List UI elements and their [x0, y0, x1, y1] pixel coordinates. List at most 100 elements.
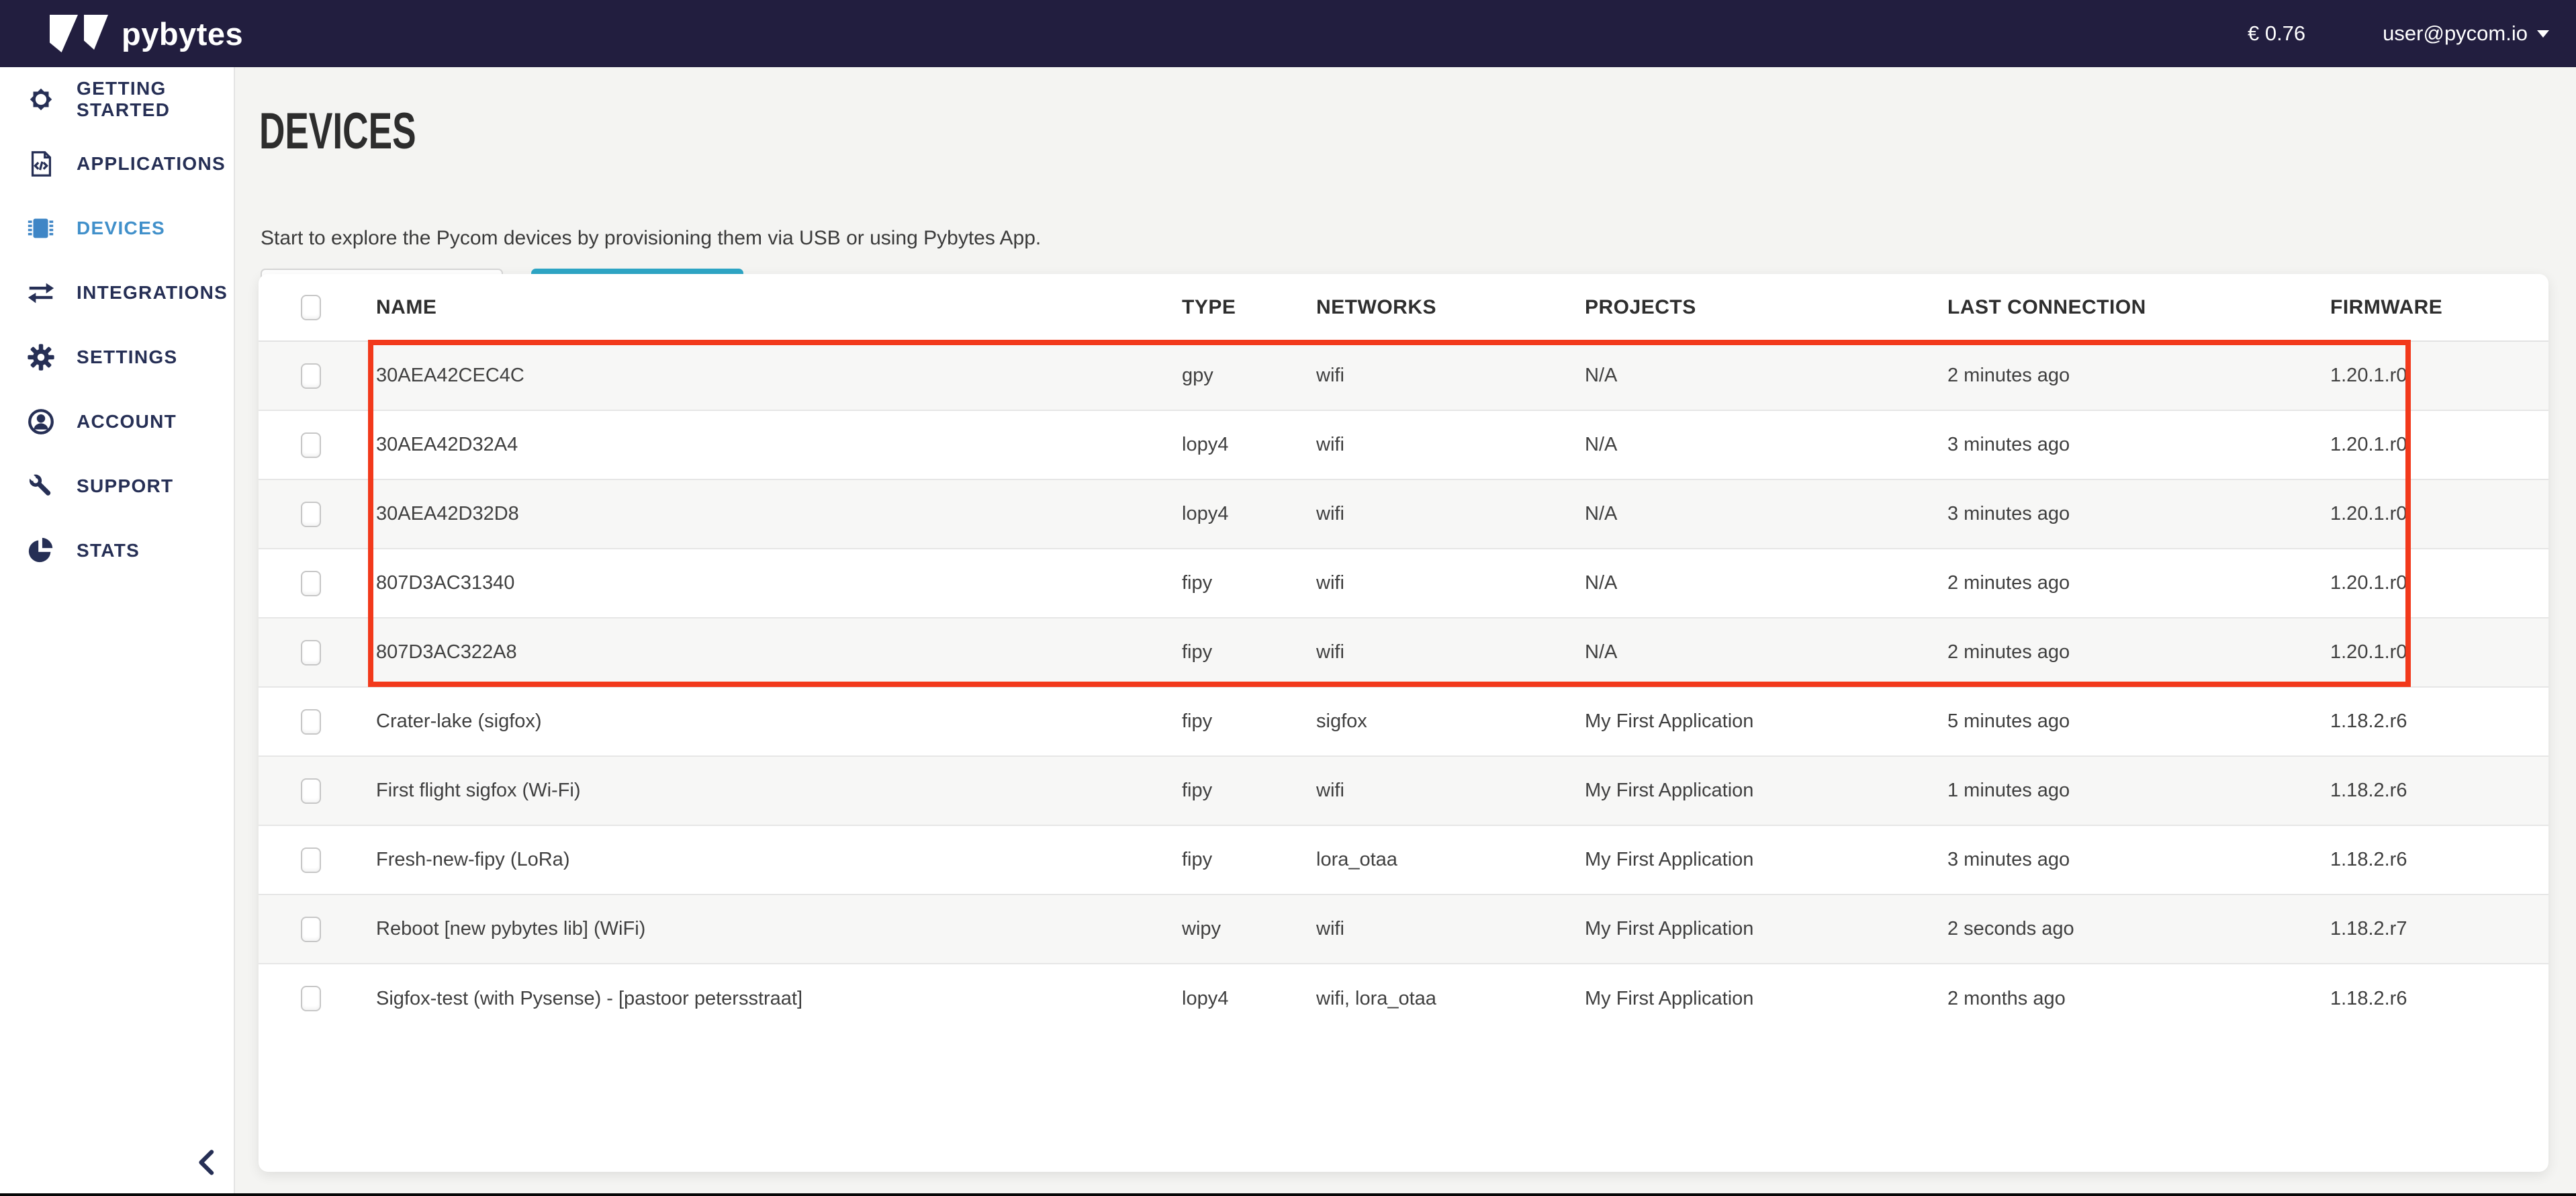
- table-row[interactable]: Crater-lake (sigfox) fipy sigfox My Firs…: [259, 687, 2548, 756]
- row-checkbox[interactable]: [301, 847, 321, 873]
- table-row[interactable]: Reboot [new pybytes lib] (WiFi) wipy wif…: [259, 894, 2548, 964]
- device-last-connection: 2 minutes ago: [1927, 618, 2310, 687]
- table-row[interactable]: 30AEA42D32A4 lopy4 wifi N/A 3 minutes ag…: [259, 410, 2548, 479]
- sidebar-item-account[interactable]: ACCOUNT: [0, 389, 234, 454]
- sidebar-collapse-button[interactable]: [192, 1148, 222, 1177]
- chevron-left-icon: [195, 1149, 218, 1176]
- table-row[interactable]: Sigfox-test (with Pysense) - [pastoor pe…: [259, 964, 2548, 1033]
- badge-icon: [26, 84, 56, 115]
- gear-icon: [26, 342, 56, 373]
- device-firmware: 1.18.2.r6: [2310, 687, 2548, 756]
- device-name: Reboot [new pybytes lib] (WiFi): [363, 894, 1162, 964]
- device-type: fipy: [1162, 549, 1296, 618]
- pybytes-logo[interactable]: pybytes: [50, 15, 243, 52]
- device-projects: My First Application: [1565, 964, 1927, 1033]
- device-last-connection: 3 minutes ago: [1927, 825, 2310, 894]
- code-file-icon: [26, 148, 56, 179]
- device-type: lopy4: [1162, 964, 1296, 1033]
- row-checkbox[interactable]: [301, 709, 321, 735]
- sidebar-item-applications[interactable]: APPLICATIONS: [0, 132, 234, 196]
- device-last-connection: 2 months ago: [1927, 964, 2310, 1033]
- row-checkbox[interactable]: [301, 778, 321, 804]
- table-header-row: NAME TYPE NETWORKS PROJECTS LAST CONNECT…: [259, 274, 2548, 341]
- device-networks: wifi: [1296, 341, 1565, 410]
- device-projects: N/A: [1565, 618, 1927, 687]
- page-title: DEVICES: [259, 102, 416, 160]
- device-firmware: 1.20.1.r0: [2310, 410, 2548, 479]
- device-projects: N/A: [1565, 410, 1927, 479]
- sidebar-item-settings[interactable]: SETTINGS: [0, 325, 234, 389]
- column-header-last-connection: LAST CONNECTION: [1927, 274, 2310, 341]
- row-checkbox[interactable]: [301, 502, 321, 527]
- device-last-connection: 5 minutes ago: [1927, 687, 2310, 756]
- device-type: fipy: [1162, 687, 1296, 756]
- table-row[interactable]: 30AEA42D32D8 lopy4 wifi N/A 3 minutes ag…: [259, 479, 2548, 549]
- table-row[interactable]: 807D3AC31340 fipy wifi N/A 2 minutes ago…: [259, 549, 2548, 618]
- device-type: gpy: [1162, 341, 1296, 410]
- row-checkbox[interactable]: [301, 363, 321, 389]
- sidebar-item-integrations[interactable]: INTEGRATIONS: [0, 261, 234, 325]
- device-type: lopy4: [1162, 410, 1296, 479]
- select-all-checkbox[interactable]: [301, 295, 321, 320]
- device-networks: sigfox: [1296, 687, 1565, 756]
- device-name: Sigfox-test (with Pysense) - [pastoor pe…: [363, 964, 1162, 1033]
- device-networks: wifi: [1296, 549, 1565, 618]
- device-last-connection: 2 minutes ago: [1927, 549, 2310, 618]
- sidebar-item-stats[interactable]: STATS: [0, 518, 234, 583]
- sidebar-item-label: ACCOUNT: [77, 411, 177, 432]
- device-last-connection: 2 minutes ago: [1927, 341, 2310, 410]
- user-menu[interactable]: user@pycom.io: [2383, 21, 2549, 46]
- sidebar-item-label: INTEGRATIONS: [77, 282, 228, 304]
- devices-table-card: NAME TYPE NETWORKS PROJECTS LAST CONNECT…: [259, 274, 2548, 1172]
- device-firmware: 1.20.1.r0: [2310, 479, 2548, 549]
- device-firmware: 1.18.2.r7: [2310, 894, 2548, 964]
- topbar: pybytes € 0.76 user@pycom.io: [0, 0, 2576, 67]
- device-name: 30AEA42D32D8: [363, 479, 1162, 549]
- user-icon: [26, 406, 56, 437]
- device-networks: wifi: [1296, 756, 1565, 825]
- main-content: DEVICES Start to explore the Pycom devic…: [236, 67, 2576, 1196]
- device-projects: My First Application: [1565, 756, 1927, 825]
- row-checkbox[interactable]: [301, 571, 321, 596]
- column-header-firmware: FIRMWARE: [2310, 274, 2548, 341]
- device-projects: My First Application: [1565, 894, 1927, 964]
- device-projects: My First Application: [1565, 687, 1927, 756]
- devices-table: NAME TYPE NETWORKS PROJECTS LAST CONNECT…: [259, 274, 2548, 1033]
- device-last-connection: 1 minutes ago: [1927, 756, 2310, 825]
- user-email: user@pycom.io: [2383, 21, 2528, 46]
- row-checkbox[interactable]: [301, 432, 321, 458]
- device-networks: lora_otaa: [1296, 825, 1565, 894]
- device-networks: wifi: [1296, 618, 1565, 687]
- table-row[interactable]: 30AEA42CEC4C gpy wifi N/A 2 minutes ago …: [259, 341, 2548, 410]
- device-networks: wifi: [1296, 894, 1565, 964]
- device-type: fipy: [1162, 618, 1296, 687]
- table-row[interactable]: Fresh-new-fipy (LoRa) fipy lora_otaa My …: [259, 825, 2548, 894]
- logo-text: pybytes: [122, 15, 243, 52]
- row-checkbox[interactable]: [301, 640, 321, 665]
- sidebar-item-devices[interactable]: DEVICES: [0, 196, 234, 261]
- sidebar-item-label: DEVICES: [77, 218, 165, 239]
- device-name: 30AEA42CEC4C: [363, 341, 1162, 410]
- device-type: fipy: [1162, 825, 1296, 894]
- sidebar-item-support[interactable]: SUPPORT: [0, 454, 234, 518]
- table-row[interactable]: 807D3AC322A8 fipy wifi N/A 2 minutes ago…: [259, 618, 2548, 687]
- device-name: 30AEA42D32A4: [363, 410, 1162, 479]
- table-row[interactable]: First flight sigfox (Wi-Fi) fipy wifi My…: [259, 756, 2548, 825]
- device-projects: N/A: [1565, 341, 1927, 410]
- row-checkbox[interactable]: [301, 917, 321, 942]
- sidebar-item-getting-started[interactable]: GETTING STARTED: [0, 67, 234, 132]
- device-firmware: 1.20.1.r0: [2310, 341, 2548, 410]
- device-name: Fresh-new-fipy (LoRa): [363, 825, 1162, 894]
- device-firmware: 1.18.2.r6: [2310, 825, 2548, 894]
- wrench-icon: [26, 471, 56, 502]
- sidebar: GETTING STARTED APPLICATIONS DEVICES: [0, 67, 235, 1196]
- window-bottom-edge: [0, 1193, 2576, 1196]
- column-header-networks: NETWORKS: [1296, 274, 1565, 341]
- device-projects: My First Application: [1565, 825, 1927, 894]
- device-projects: N/A: [1565, 479, 1927, 549]
- pie-chart-icon: [26, 535, 56, 566]
- device-last-connection: 2 seconds ago: [1927, 894, 2310, 964]
- row-checkbox[interactable]: [301, 986, 321, 1011]
- device-name: 807D3AC322A8: [363, 618, 1162, 687]
- sidebar-item-label: SETTINGS: [77, 347, 177, 368]
